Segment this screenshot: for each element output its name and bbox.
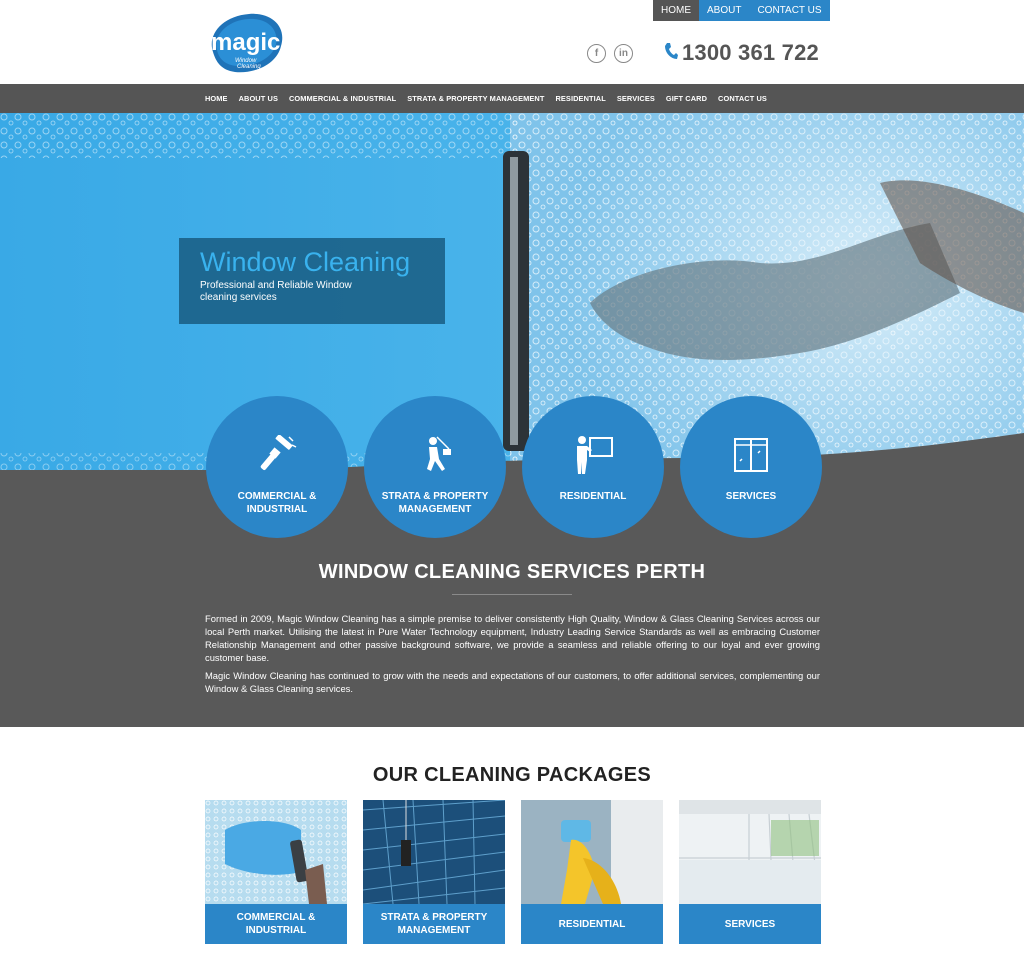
nav-item-gift-card[interactable]: GIFT CARD (666, 94, 707, 103)
package-image-commercial (205, 800, 347, 904)
package-image-services (679, 800, 821, 904)
social-links: f in (587, 44, 633, 63)
page: magic Window Cleaning HOME ABOUT CONTACT… (0, 0, 1024, 961)
main-nav: HOME ABOUT US COMMERCIAL & INDUSTRIAL ST… (0, 84, 1024, 113)
site-header: magic Window Cleaning HOME ABOUT CONTACT… (0, 0, 1024, 84)
nav-item-residential[interactable]: RESIDENTIAL (555, 94, 605, 103)
package-caption: SERVICES (679, 904, 821, 944)
circle-label: SERVICES (725, 491, 777, 502)
package-caption: COMMERCIAL & INDUSTRIAL (205, 904, 347, 944)
hero-caption: Window Cleaning Professional and Reliabl… (179, 238, 445, 324)
facebook-icon[interactable]: f (587, 44, 606, 63)
circle-label: COMMERCIAL & INDUSTRIAL (237, 491, 317, 515)
linkedin-icon[interactable]: in (614, 44, 633, 63)
service-circles: COMMERCIAL & INDUSTRIAL STRATA & PROPERT… (206, 396, 822, 538)
package-caption: RESIDENTIAL (521, 904, 663, 944)
nav-item-commercial[interactable]: COMMERCIAL & INDUSTRIAL (289, 94, 396, 103)
nav-item-services[interactable]: SERVICES (617, 94, 655, 103)
about-title: WINDOW CLEANING SERVICES PERTH (318, 561, 706, 583)
about-paragraph-1: Formed in 2009, Magic Window Cleaning ha… (205, 613, 820, 663)
circle-services[interactable]: SERVICES (680, 396, 822, 538)
phone-icon (664, 42, 678, 65)
package-caption: STRATA & PROPERTY MANAGEMENT (363, 904, 505, 944)
top-link-home[interactable]: HOME (653, 0, 699, 21)
phone-link[interactable]: 1300 361 722 (664, 40, 819, 66)
package-image-residential (521, 800, 663, 904)
packages-title: OUR CLEANING PACKAGES (372, 764, 652, 786)
person-cleaning-window-icon (570, 432, 616, 478)
svg-text:Cleaning: Cleaning (237, 64, 261, 70)
package-card-services[interactable]: SERVICES (679, 800, 821, 944)
nav-item-home[interactable]: HOME (205, 94, 228, 103)
abseil-worker-icon (412, 432, 458, 478)
circle-strata[interactable]: STRATA & PROPERTY MANAGEMENT (364, 396, 506, 538)
hero-subtitle: Professional and Reliable Window cleanin… (200, 280, 352, 303)
nav-item-strata[interactable]: STRATA & PROPERTY MANAGEMENT (407, 94, 544, 103)
phone-number: 1300 361 722 (682, 40, 819, 65)
circle-label: RESIDENTIAL (559, 491, 627, 502)
hero-title: Window Cleaning (200, 247, 411, 277)
top-link-contact[interactable]: CONTACT US (749, 0, 830, 21)
window-frame-icon (728, 432, 774, 478)
circle-residential[interactable]: RESIDENTIAL (522, 396, 664, 538)
package-image-strata (363, 800, 505, 904)
top-link-about[interactable]: ABOUT (699, 0, 750, 21)
nav-item-contact-us[interactable]: CONTACT US (718, 94, 767, 103)
package-card-strata[interactable]: STRATA & PROPERTY MANAGEMENT (363, 800, 505, 944)
svg-text:magic: magic (211, 29, 280, 56)
magic-logo[interactable]: magic Window Cleaning (205, 12, 285, 74)
package-card-residential[interactable]: RESIDENTIAL (521, 800, 663, 944)
title-divider (452, 594, 572, 595)
squeegee-icon (254, 432, 300, 478)
top-links: HOME ABOUT CONTACT US (653, 0, 830, 21)
about-paragraph-2: Magic Window Cleaning has continued to g… (205, 670, 820, 694)
circle-label: STRATA & PROPERTY MANAGEMENT (381, 491, 489, 515)
circle-commercial[interactable]: COMMERCIAL & INDUSTRIAL (206, 396, 348, 538)
nav-item-about-us[interactable]: ABOUT US (239, 94, 278, 103)
package-card-commercial[interactable]: COMMERCIAL & INDUSTRIAL (205, 800, 347, 944)
